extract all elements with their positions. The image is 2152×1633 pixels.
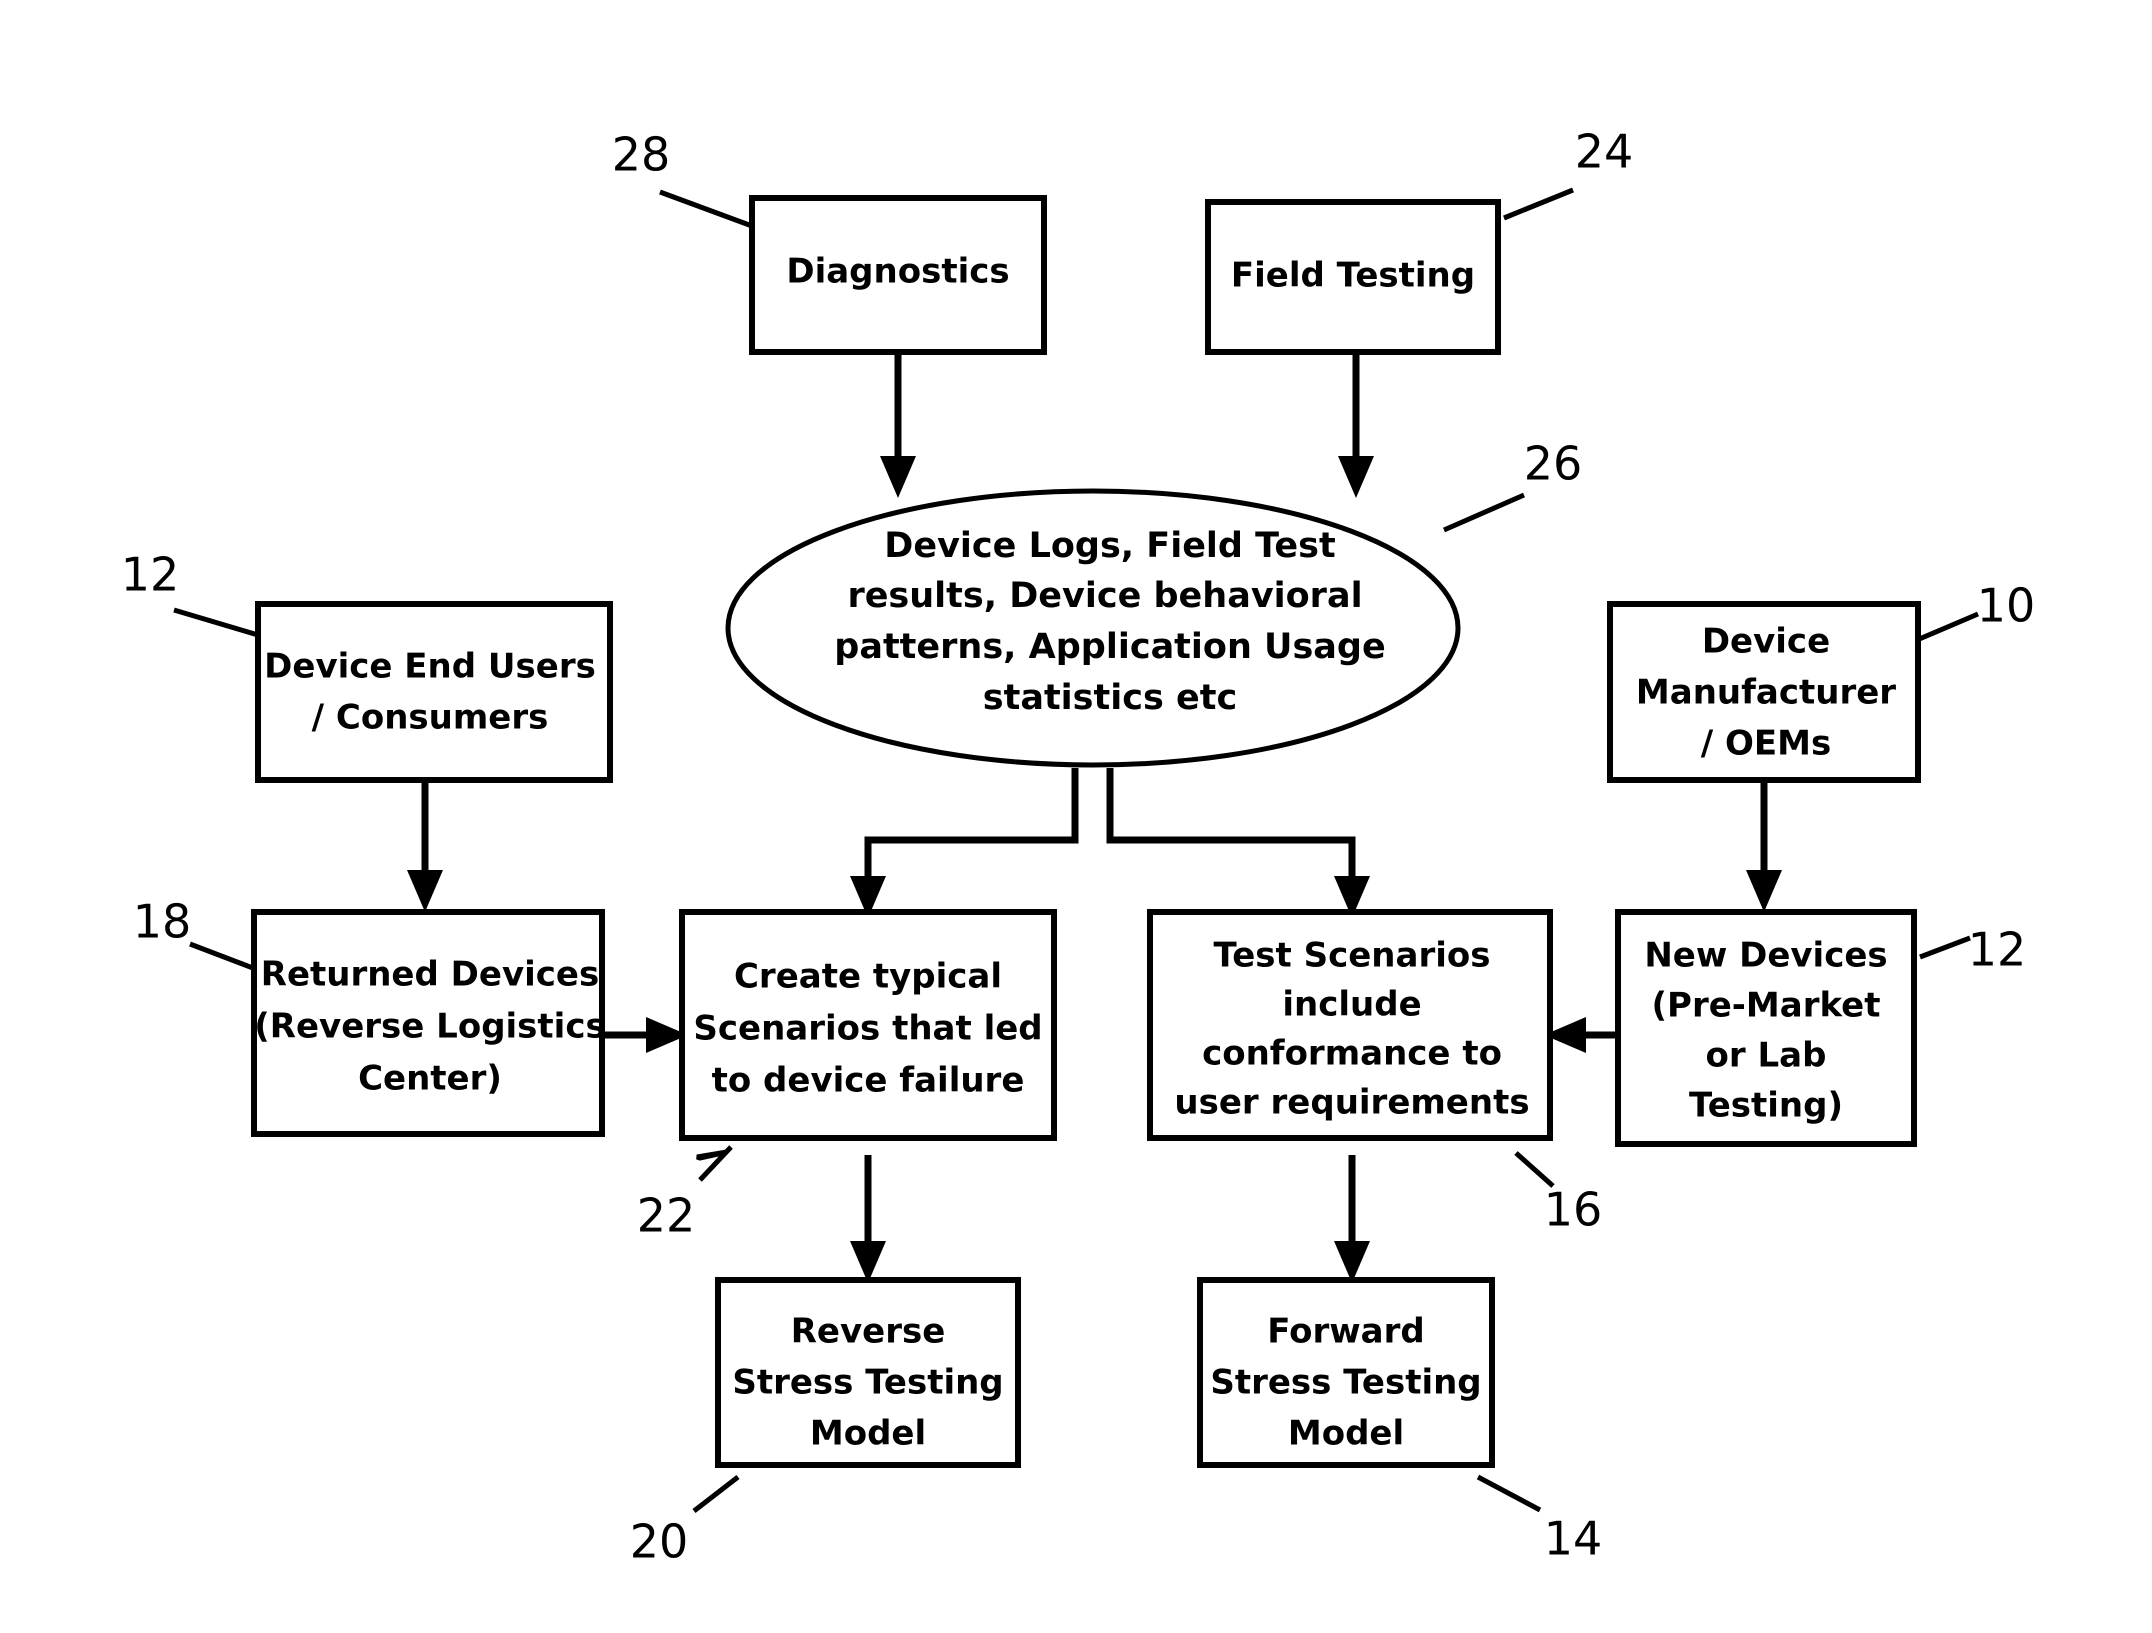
leader-line-18: [189, 941, 259, 973]
ref-numeral-22: 22: [637, 1189, 696, 1243]
patent-figure-canvas: Diagnostics Field Testing Device Logs, F…: [0, 0, 2152, 1633]
ref-numeral-16: 16: [1544, 1183, 1603, 1237]
leader-line-12-right: [1919, 935, 1971, 960]
label-returned-devices-line-2: (Reverse Logistics: [254, 1007, 605, 1047]
label-diagnostics: Diagnostics: [786, 252, 1009, 292]
label-create-scenarios-line-1: Create typical: [734, 957, 1002, 997]
label-test-scenarios-line-4: user requirements: [1174, 1083, 1529, 1123]
connector-data-pool-bus-left: [864, 768, 1079, 890]
label-device-manufacturer-line-3: / OEMs: [1701, 724, 1831, 764]
label-test-scenarios-line-1: Test Scenarios: [1214, 936, 1491, 976]
leader-line-28: [659, 189, 753, 229]
flow-diagram: Diagnostics Field Testing Device Logs, F…: [121, 125, 2036, 1569]
ref-numeral-12-right: 12: [1968, 923, 2027, 977]
ref-numeral-24: 24: [1575, 125, 1634, 179]
node-device-end-users[interactable]: [255, 601, 613, 783]
ref-numeral-26: 26: [1524, 437, 1583, 491]
ref-numeral-18: 18: [133, 895, 192, 949]
ref-numeral-10: 10: [1977, 579, 2036, 633]
leader-line-14: [1476, 1474, 1542, 1513]
label-device-end-users-line-1: Device End Users: [264, 647, 596, 687]
label-forward-model-line-2: Stress Testing: [1210, 1363, 1481, 1403]
label-forward-model-line-3: Model: [1288, 1414, 1404, 1454]
label-device-manufacturer-line-2: Manufacturer: [1636, 673, 1896, 713]
label-field-testing: Field Testing: [1231, 256, 1475, 296]
label-new-devices-line-2: (Pre-Market: [1652, 986, 1881, 1026]
label-returned-devices-line-3: Center): [358, 1059, 502, 1099]
arrowhead-field-testing-to-data-pool: [1338, 456, 1374, 498]
arrowhead-manufacturer-to-new-devices: [1746, 870, 1782, 912]
label-data-pool-line-3: patterns, Application Usage: [834, 627, 1385, 667]
leader-line-26: [1442, 492, 1526, 533]
label-data-pool-line-4: statistics etc: [983, 678, 1237, 718]
ref-numeral-12-left: 12: [121, 548, 180, 602]
ref-numeral-20: 20: [630, 1515, 689, 1569]
label-device-end-users-line-2: / Consumers: [312, 698, 549, 738]
label-create-scenarios-line-3: to device failure: [712, 1061, 1025, 1101]
ref-numeral-28: 28: [612, 128, 671, 182]
ref-numeral-14: 14: [1544, 1512, 1603, 1566]
label-test-scenarios-line-2: include: [1282, 985, 1421, 1025]
label-reverse-model-line-2: Stress Testing: [732, 1363, 1003, 1403]
label-test-scenarios-line-3: conformance to: [1202, 1034, 1502, 1074]
label-data-pool-line-1: Device Logs, Field Test: [884, 526, 1335, 566]
leader-line-20: [692, 1475, 740, 1513]
leader-line-24: [1503, 187, 1574, 221]
arrowhead-create-scenarios-to-reverse-model: [850, 1241, 886, 1283]
label-forward-model-line-1: Forward: [1267, 1312, 1424, 1352]
arrowhead-end-users-to-returned-devices: [407, 870, 443, 912]
arrowhead-diagnostics-to-data-pool: [880, 456, 916, 498]
label-returned-devices-line-1: Returned Devices: [261, 955, 599, 995]
label-reverse-model-line-3: Model: [810, 1414, 926, 1454]
label-new-devices-line-4: Testing): [1689, 1086, 1843, 1126]
arrowhead-test-scenarios-to-forward-model: [1334, 1241, 1370, 1283]
label-data-pool-line-2: results, Device behavioral: [847, 576, 1362, 616]
label-new-devices-line-3: or Lab: [1706, 1036, 1827, 1076]
label-device-manufacturer-line-1: Device: [1702, 622, 1830, 662]
leader-line-10: [1916, 611, 1979, 643]
label-reverse-model-line-1: Reverse: [791, 1312, 946, 1352]
connector-data-pool-bus-right: [1106, 768, 1356, 890]
label-new-devices-line-1: New Devices: [1644, 936, 1887, 976]
leader-line-16: [1514, 1151, 1555, 1188]
leader-line-12-left: [173, 607, 259, 638]
label-create-scenarios-line-2: Scenarios that led: [693, 1009, 1042, 1049]
